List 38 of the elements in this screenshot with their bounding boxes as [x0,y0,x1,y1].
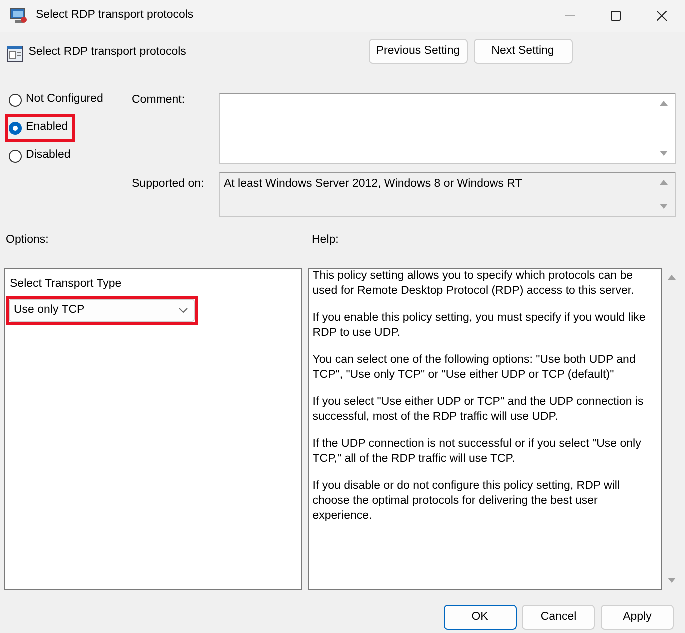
window-title: Select RDP transport protocols [36,8,195,24]
field-label: Comment: [132,93,186,108]
help-paragraph: If you select "Use either UDP or TCP" and the UDP connection is successful, most of the RDP traffic will use UDP. [312,395,645,425]
radio-button[interactable] [9,150,22,162]
chevron-down-icon [179,308,188,314]
help-paragraph: You can select one of the following options: "Use both UDP and TCP", "Use only TCP" or "Use either UDP or TCP (default)" [312,353,637,383]
dialog-button[interactable]: OK [444,605,516,630]
dropdown-label: Select Transport Type [10,277,123,292]
radio-label[interactable]: Enabled [26,119,68,137]
policy-name: Select RDP transport protocols [28,45,188,60]
supported-on-text: At least Windows Server 2012, Windows 8 or Windows RT [224,178,522,190]
computer-icon [10,8,28,24]
nav-setting-button[interactable]: Previous Setting [368,39,468,64]
scroll-up-icon[interactable] [659,178,669,187]
nav-setting-button[interactable]: Next Setting [474,39,572,64]
scroll-down-icon[interactable] [659,202,669,211]
transport-dropdown[interactable]: Use only TCP [9,299,195,322]
dialog-button[interactable]: Cancel [522,605,596,630]
radio-label[interactable]: Disabled [26,147,71,165]
section-label: Help: [312,233,339,248]
radio-label[interactable]: Not Configured [26,91,104,109]
section-label: Options: [6,233,50,248]
scroll-up-icon[interactable] [666,273,677,282]
radio-button[interactable] [9,94,22,106]
radio-button[interactable] [9,122,22,134]
maximize-icon[interactable] [611,11,621,21]
help-paragraph: This policy setting allows you to specify which protocols can be used for Remote Desktop Protocol (RDP) access to this server. [312,269,636,299]
help-paragraph: If you enable this policy setting, you must specify if you would like RDP to use UDP. [312,311,647,341]
help-paragraph: If you disable or do not configure this policy setting, RDP will choose the optimal protocols for delivering the best user experience. [312,479,621,524]
policy-icon [7,46,23,62]
comment-field[interactable] [219,93,676,164]
scroll-down-icon[interactable] [659,149,669,158]
field-label: Supported on: [132,177,206,192]
help-paragraph: If the UDP connection is not successful or if you select "Use only TCP," all of the RDP traffic will use TCP. [312,437,642,467]
scroll-up-icon[interactable] [659,99,669,108]
close-icon[interactable] [657,11,667,21]
scroll-down-icon[interactable] [666,576,677,585]
dialog-button[interactable]: Apply [601,605,674,630]
